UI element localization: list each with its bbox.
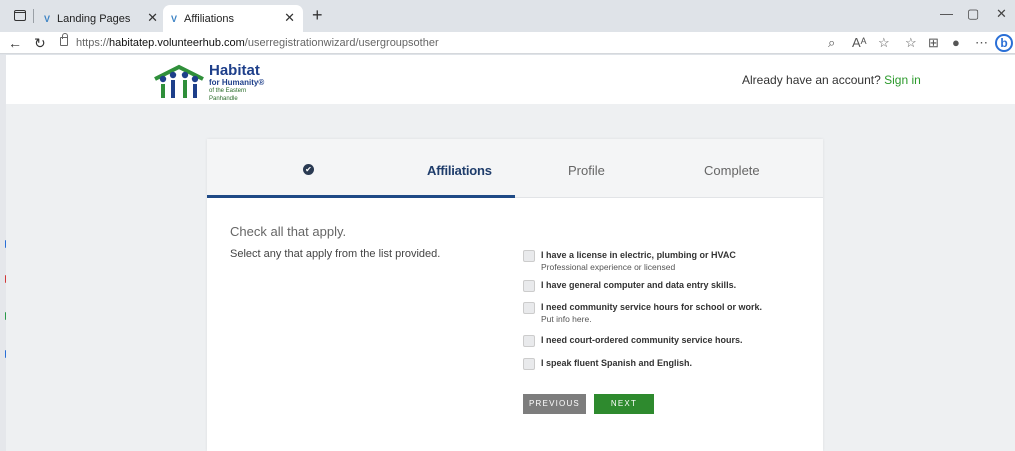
option-label: I speak fluent Spanish and English. (541, 358, 693, 368)
active-step-indicator (207, 195, 515, 198)
tab-affiliations[interactable]: V Affiliations ✕ (163, 5, 303, 32)
next-button[interactable]: NEXT (594, 394, 654, 414)
step-complete-check-icon: ✔ (303, 164, 314, 175)
close-window-icon[interactable]: ✕ (996, 6, 1007, 22)
tab-label: Affiliations (184, 12, 234, 25)
option-label: I have a license in electric, plumbing o… (541, 250, 736, 260)
step-affiliations: Affiliations (427, 163, 492, 178)
logo-line-3: of the Eastern Panhandle (209, 88, 247, 102)
sign-in-link[interactable]: Sign in (884, 73, 921, 87)
page-content: ✔ Affiliations Profile Complete Check al… (6, 104, 1015, 451)
previous-button[interactable]: PREVIOUS (523, 394, 586, 414)
favorite-icon[interactable]: ☆ (878, 35, 890, 51)
logo-line-2: for Humanity® (209, 78, 265, 87)
wizard-steps: ✔ Affiliations Profile Complete (207, 139, 823, 198)
address-bar: ← ↻ https://habitatep.volunteerhub.com/u… (0, 32, 1015, 54)
close-tab-icon[interactable]: ✕ (284, 10, 295, 26)
lock-icon[interactable] (60, 33, 68, 46)
read-aloud-icon[interactable]: Aᴬ (852, 35, 867, 50)
form-subheading: Select any that apply from the list prov… (230, 248, 441, 260)
account-prompt-text: Already have an account? (742, 73, 881, 87)
url-scheme: https:// (76, 37, 110, 49)
option-label: I have general computer and data entry s… (541, 280, 737, 290)
new-tab-icon[interactable]: + (312, 5, 323, 26)
tab-actions-icon[interactable] (14, 10, 26, 21)
maximize-icon[interactable]: ▢ (967, 6, 979, 22)
logo-text: Habitat for Humanity® of the Eastern Pan… (209, 63, 273, 103)
close-tab-icon[interactable]: ✕ (147, 10, 158, 26)
volunteerhub-favicon-icon: V (44, 13, 51, 24)
refresh-icon[interactable]: ↻ (34, 35, 46, 52)
profile-icon[interactable]: ● (952, 35, 960, 50)
browser-tab-bar: V Landing Pages ✕ V Affiliations ✕ + — ▢… (0, 0, 1015, 32)
logo-line-1: Habitat (209, 62, 260, 79)
back-icon[interactable]: ← (8, 35, 22, 51)
more-icon[interactable]: ⋯ (975, 35, 988, 51)
habitat-people-icon (154, 64, 204, 98)
checkbox[interactable] (523, 335, 535, 347)
collections-icon[interactable]: ⊞ (928, 35, 939, 51)
url-domain: habitatep.volunteerhub.com (109, 37, 245, 49)
tab-separator (33, 9, 34, 23)
url-path: /userregistrationwizard/usergroupsother (244, 37, 439, 49)
form-heading: Check all that apply. (230, 224, 347, 239)
registration-wizard-card: ✔ Affiliations Profile Complete Check al… (207, 139, 823, 451)
checkbox[interactable] (523, 302, 535, 314)
option-label: I need court-ordered community service h… (541, 335, 743, 345)
tab-label: Landing Pages (57, 12, 131, 25)
step-profile: Profile (568, 163, 605, 178)
step-complete: Complete (704, 163, 760, 178)
volunteerhub-favicon-icon: V (171, 13, 178, 24)
checkbox[interactable] (523, 280, 535, 292)
checkbox[interactable] (523, 250, 535, 262)
url-field[interactable]: https://habitatep.volunteerhub.com/userr… (76, 37, 439, 49)
option-note: Put info here. (541, 314, 592, 324)
account-prompt: Already have an account? Sign in (742, 73, 921, 87)
option-note: Professional experience or licensed (541, 262, 676, 272)
bing-icon[interactable]: b (995, 34, 1013, 52)
habitat-logo[interactable]: Habitat for Humanity® of the Eastern Pan… (153, 63, 273, 102)
option-label: I need community service hours for schoo… (541, 302, 763, 312)
minimize-icon[interactable]: — (940, 6, 953, 21)
zoom-icon[interactable]: ⌕ (828, 35, 835, 51)
favorites-icon[interactable]: ☆ (905, 35, 917, 51)
site-header: Habitat for Humanity® of the Eastern Pan… (6, 55, 1015, 104)
checkbox[interactable] (523, 358, 535, 370)
